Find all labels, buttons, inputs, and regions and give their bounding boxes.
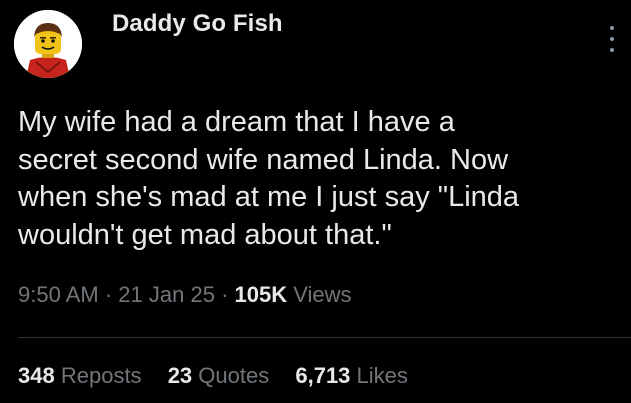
tweet-text: My wife had a dream that I have a secret… — [18, 106, 520, 251]
reposts-count: 348 — [18, 363, 55, 388]
tweet-date[interactable]: 21 Jan 25 — [118, 282, 215, 307]
quotes-stat[interactable]: 23 Quotes — [168, 363, 270, 389]
tweet-time[interactable]: 9:50 AM — [18, 282, 99, 307]
quotes-label: Quotes — [198, 363, 270, 388]
author-display-name[interactable]: Daddy Go Fish — [112, 10, 283, 38]
likes-count: 6,713 — [295, 363, 351, 388]
reposts-stat[interactable]: 348 Reposts — [18, 363, 142, 389]
tweet-meta: 9:50 AM · 21 Jan 25 · 105K Views — [18, 282, 352, 308]
more-options-icon — [610, 26, 614, 30]
divider — [18, 337, 631, 338]
reposts-label: Reposts — [60, 363, 142, 388]
engagement-stats: 348 Reposts 23 Quotes 6,713 Likes — [18, 363, 428, 389]
quotes-count: 23 — [167, 363, 193, 388]
views-count: 105K — [234, 282, 288, 307]
meta-separator: · — [221, 282, 229, 307]
lego-minifigure-avatar-icon — [14, 10, 82, 78]
meta-separator: · — [104, 282, 113, 307]
avatar[interactable] — [14, 10, 82, 78]
more-options-button[interactable] — [604, 22, 620, 56]
likes-label: Likes — [356, 363, 408, 388]
likes-stat[interactable]: 6,713 Likes — [295, 363, 408, 389]
views-label: Views — [293, 282, 352, 307]
